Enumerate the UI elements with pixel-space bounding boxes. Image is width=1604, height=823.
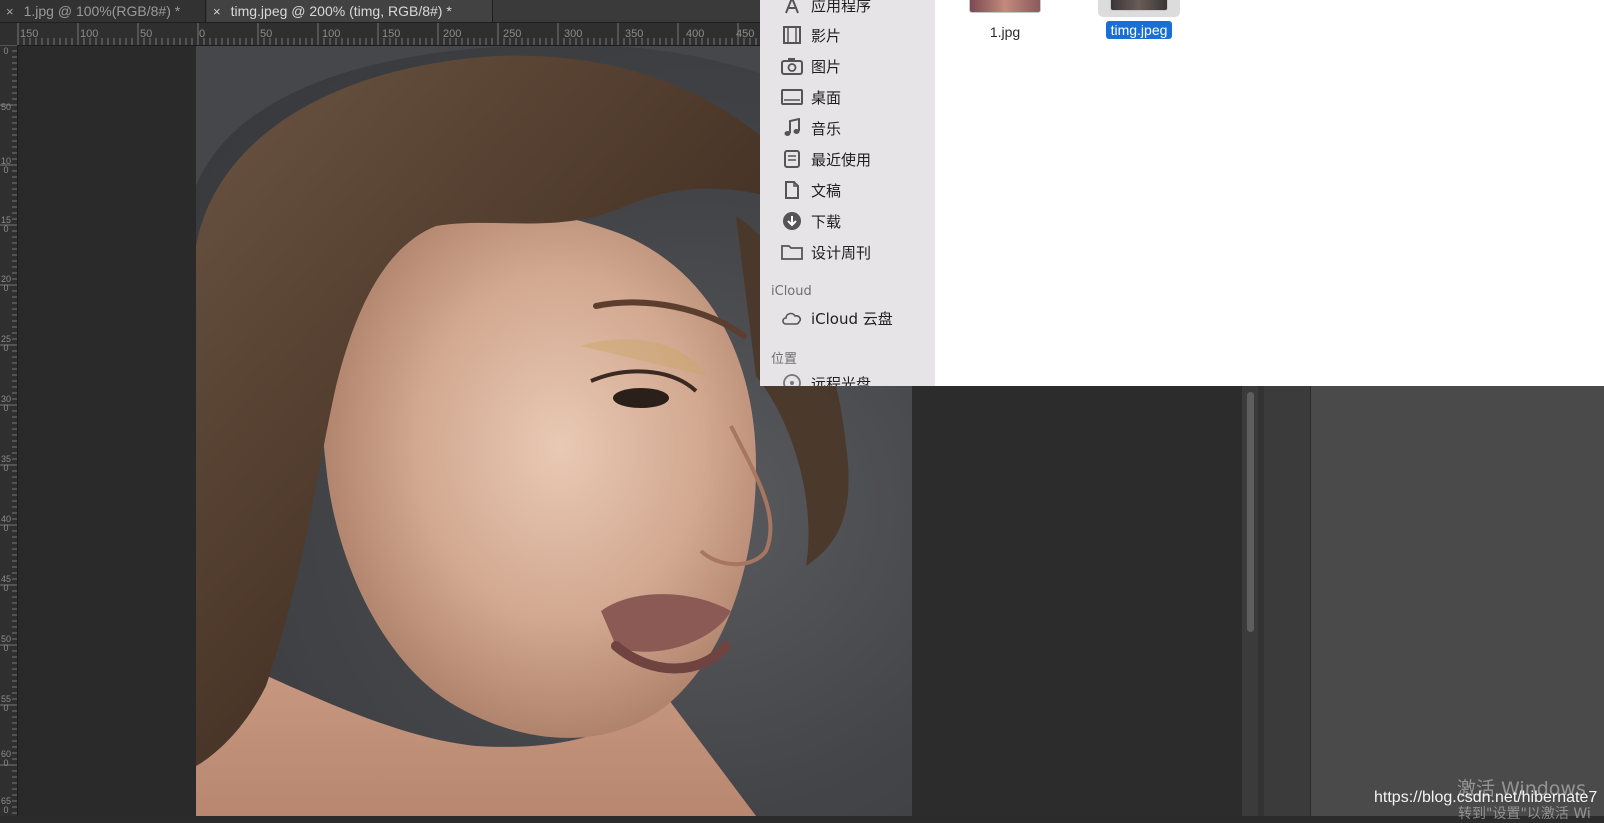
camera-icon <box>780 56 804 76</box>
sidebar-item-label: 桌面 <box>811 88 842 107</box>
sidebar-item-label: 影片 <box>811 26 842 45</box>
ruler-label: 100 <box>1 156 12 175</box>
sidebar-item-label: 音乐 <box>811 119 842 138</box>
ruler-label: 600 <box>1 749 12 768</box>
sidebar-item-music[interactable]: 音乐 <box>780 116 841 140</box>
sidebar-item-movies[interactable]: 影片 <box>780 23 841 47</box>
sidebar-item-remote-disc[interactable]: 远程光盘 <box>780 371 871 386</box>
ruler-label: 50 <box>260 28 273 40</box>
sidebar-section-locations: 位置 <box>771 352 798 367</box>
ruler-label: 350 <box>1 454 12 473</box>
sidebar-item-pictures[interactable]: 图片 <box>780 54 841 78</box>
tab-timg-jpeg[interactable]: × timg.jpeg @ 200% (timg, RGB/8#) * <box>207 0 493 22</box>
ruler-label: 0 <box>3 46 9 56</box>
file-dialog-sidebar: 应用程序 影片 图片 桌面 音乐 最近使用 文稿 下载 设计周刊 iCloud … <box>760 0 936 386</box>
panels-area <box>1311 386 1604 816</box>
sidebar-item-downloads[interactable]: 下载 <box>780 209 841 233</box>
documents-icon <box>780 180 804 200</box>
file-item-selected[interactable]: timg.jpeg <box>1098 0 1180 39</box>
sidebar-item-label: 图片 <box>811 57 842 76</box>
recents-icon <box>780 149 804 169</box>
ruler-label: 0 <box>199 28 206 40</box>
sidebar-item-recents[interactable]: 最近使用 <box>780 147 871 171</box>
desktop-icon <box>780 87 804 107</box>
file-thumbnail <box>969 0 1041 13</box>
file-name: 1.jpg <box>989 24 1021 40</box>
ruler-label: 650 <box>1 796 12 815</box>
sidebar-item-design-weekly[interactable]: 设计周刊 <box>780 240 871 264</box>
ruler-label: 350 <box>625 28 644 40</box>
ruler-label: 400 <box>686 28 705 40</box>
ruler-label: 250 <box>503 28 522 40</box>
film-icon <box>780 25 804 45</box>
tab-1-jpg[interactable]: × 1.jpg @ 100%(RGB/8#) * <box>0 0 206 22</box>
file-thumbnail <box>1110 0 1168 11</box>
tab-label: timg.jpeg @ 200% (timg, RGB/8#) * <box>230 3 452 19</box>
sidebar-item-label: 应用程序 <box>811 0 872 15</box>
ruler-label: 450 <box>736 28 755 40</box>
selection-highlight <box>1098 0 1180 17</box>
ruler-label: 50 <box>1 102 12 112</box>
ruler-label: 250 <box>1 334 12 353</box>
ruler-label: 50 <box>140 28 153 40</box>
ruler-label: 550 <box>1 694 12 713</box>
ruler-label: 150 <box>20 28 39 40</box>
sidebar-item-applications[interactable]: 应用程序 <box>780 0 871 17</box>
sidebar-item-label: 最近使用 <box>811 150 872 169</box>
tab-label: 1.jpg @ 100%(RGB/8#) * <box>23 3 181 19</box>
ruler-label: 200 <box>443 28 462 40</box>
ruler-label: 300 <box>564 28 583 40</box>
ruler-label: 100 <box>322 28 341 40</box>
file-browser: 1.jpg timg.jpeg <box>935 0 1604 386</box>
file-name: timg.jpeg <box>1105 21 1173 39</box>
ruler-label: 100 <box>80 28 99 40</box>
scrollbar-thumb[interactable] <box>1247 392 1254 632</box>
ruler-label: 150 <box>382 28 401 40</box>
sidebar-item-label: 设计周刊 <box>811 243 872 262</box>
tab-close-icon[interactable]: × <box>213 4 221 19</box>
empty-workspace <box>912 386 1242 816</box>
folder-icon <box>780 242 804 262</box>
sidebar-item-desktop[interactable]: 桌面 <box>780 85 841 109</box>
sidebar-item-icloud-drive[interactable]: iCloud 云盘 <box>780 306 893 330</box>
sidebar-item-label: iCloud 云盘 <box>811 309 893 328</box>
tab-close-icon[interactable]: × <box>6 4 14 19</box>
applications-icon <box>780 0 804 15</box>
download-icon <box>780 211 804 231</box>
sidebar-section-icloud: iCloud <box>771 284 812 299</box>
sidebar-item-label: 远程光盘 <box>811 374 872 387</box>
activation-hint: 转到"设置"以激活 Wi <box>1458 806 1591 822</box>
disc-icon <box>780 373 804 386</box>
sidebar-item-label: 文稿 <box>811 181 842 200</box>
ruler-label: 300 <box>1 394 12 413</box>
panel-dock-strip[interactable] <box>1264 386 1311 816</box>
music-icon <box>780 118 804 138</box>
ruler-label: 150 <box>1 215 12 234</box>
vertical-ruler[interactable]: 0 50 100 150 200 250 300 350 400 450 500… <box>0 45 18 816</box>
sidebar-item-label: 下载 <box>811 212 842 231</box>
sidebar-item-documents[interactable]: 文稿 <box>780 178 841 202</box>
ruler-label: 500 <box>1 634 12 653</box>
pasteboard <box>18 46 196 816</box>
file-item[interactable]: 1.jpg <box>969 0 1041 41</box>
ruler-label: 400 <box>1 514 12 533</box>
ruler-label: 200 <box>1 274 12 293</box>
ruler-label: 450 <box>1 574 12 593</box>
cloud-icon <box>780 308 804 328</box>
